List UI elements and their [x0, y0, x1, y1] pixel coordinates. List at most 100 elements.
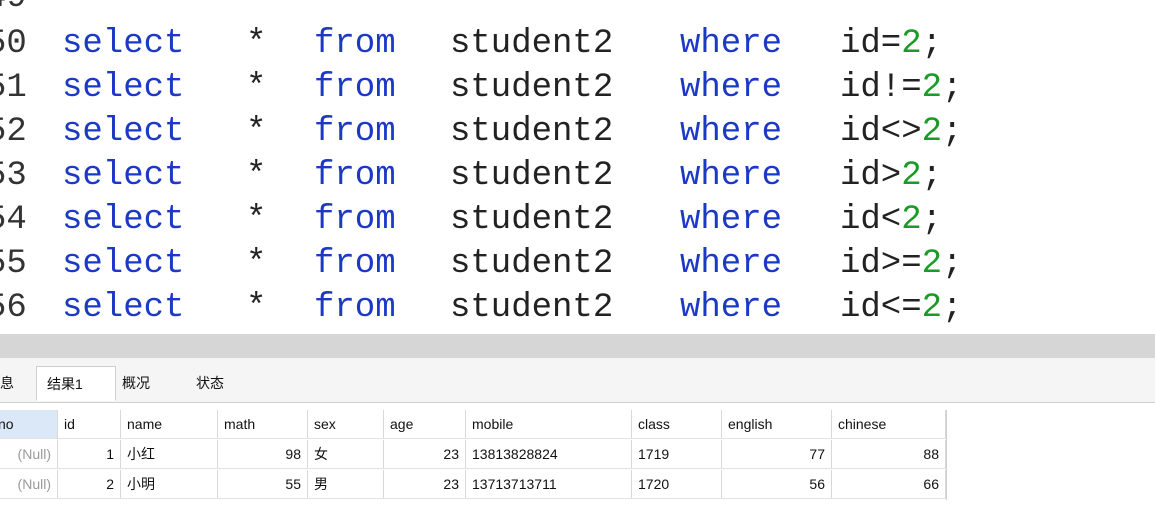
- column-header-name[interactable]: name: [121, 410, 218, 439]
- tab-messages[interactable]: 息: [0, 366, 24, 401]
- line-number: 56: [0, 289, 27, 327]
- where-condition: id<>2;: [840, 110, 962, 154]
- condition-operator: id<=: [840, 289, 922, 327]
- cell-no[interactable]: (Null): [0, 470, 58, 499]
- cell-chinese[interactable]: 66: [832, 470, 946, 499]
- condition-value: 2: [921, 69, 943, 107]
- table-name: student2: [450, 289, 614, 327]
- wildcard-star: *: [246, 69, 267, 107]
- table-name: student2: [450, 25, 614, 63]
- line-number: 52: [0, 113, 27, 151]
- where-condition: id<2;: [840, 198, 942, 242]
- cell-english[interactable]: 77: [722, 440, 832, 469]
- results-tab-bar: 息 结果1 概况 状态: [0, 358, 1155, 403]
- cell-sex[interactable]: 女: [308, 440, 384, 469]
- statement-terminator: ;: [921, 25, 943, 63]
- keyword-from: from: [314, 25, 396, 63]
- cell-chinese[interactable]: 88: [832, 440, 946, 469]
- column-header-mobile[interactable]: mobile: [466, 410, 632, 439]
- cell-english[interactable]: 56: [722, 470, 832, 499]
- condition-value: 2: [901, 157, 922, 195]
- column-header-chinese[interactable]: chinese: [832, 410, 946, 439]
- keyword-select: select: [62, 25, 185, 63]
- keyword-from: from: [314, 113, 396, 151]
- keyword-where: where: [680, 245, 783, 283]
- wildcard-star: *: [246, 201, 267, 239]
- keyword-from: from: [314, 157, 396, 195]
- cell-age[interactable]: 23: [384, 440, 466, 469]
- cell-math[interactable]: 98: [218, 440, 308, 469]
- line-number: 53: [0, 157, 27, 195]
- tab-result1[interactable]: 结果1: [36, 366, 116, 401]
- table-name: student2: [450, 157, 614, 195]
- keyword-select: select: [62, 69, 185, 107]
- statement-terminator: ;: [921, 157, 943, 195]
- keyword-select: select: [62, 113, 185, 151]
- line-number: 54: [0, 201, 27, 239]
- cell-name[interactable]: 小红: [121, 440, 218, 469]
- cell-sex[interactable]: 男: [308, 470, 384, 499]
- statement-terminator: ;: [921, 201, 943, 239]
- cell-mobile[interactable]: 13713713711: [466, 470, 632, 499]
- wildcard-star: *: [246, 157, 267, 195]
- cell-name[interactable]: 小明: [121, 470, 218, 499]
- condition-operator: id<>: [840, 113, 922, 151]
- keyword-select: select: [62, 289, 185, 327]
- cell-no[interactable]: (Null): [0, 440, 58, 469]
- condition-value: 2: [901, 201, 922, 239]
- cell-class[interactable]: 1720: [632, 470, 722, 499]
- column-header-no[interactable]: no: [0, 410, 58, 439]
- condition-value: 2: [921, 113, 943, 151]
- keyword-from: from: [314, 201, 396, 239]
- cell-id[interactable]: 1: [58, 440, 121, 469]
- keyword-where: where: [680, 25, 783, 63]
- table-name: student2: [450, 245, 614, 283]
- cell-math[interactable]: 55: [218, 470, 308, 499]
- keyword-select: select: [62, 157, 185, 195]
- wildcard-star: *: [246, 113, 267, 151]
- cell-mobile[interactable]: 13813828824: [466, 440, 632, 469]
- statement-terminator: ;: [942, 69, 963, 107]
- keyword-where: where: [680, 289, 783, 327]
- table-name: student2: [450, 201, 614, 239]
- panel-splitter[interactable]: [0, 334, 1155, 358]
- statement-terminator: ;: [942, 113, 963, 151]
- condition-value: 2: [901, 25, 922, 63]
- line-number: 49: [0, 0, 27, 20]
- condition-operator: id>: [840, 157, 902, 195]
- line-number: 55: [0, 245, 27, 283]
- column-header-class[interactable]: class: [632, 410, 722, 439]
- keyword-where: where: [680, 201, 783, 239]
- column-header-sex[interactable]: sex: [308, 410, 384, 439]
- condition-operator: id!=: [840, 69, 922, 107]
- column-header-id[interactable]: id: [58, 410, 121, 439]
- keyword-select: select: [62, 245, 185, 283]
- keyword-where: where: [680, 113, 783, 151]
- column-header-age[interactable]: age: [384, 410, 466, 439]
- keyword-where: where: [680, 69, 783, 107]
- line-number: 51: [0, 69, 27, 107]
- statement-terminator: ;: [942, 245, 963, 283]
- tab-profile[interactable]: 概况: [112, 366, 182, 401]
- statement-terminator: ;: [942, 289, 963, 327]
- cell-age[interactable]: 23: [384, 470, 466, 499]
- sql-editor[interactable]: 49 50select*fromstudent2whereid=2;51sele…: [0, 0, 1155, 334]
- tab-status[interactable]: 状态: [186, 366, 256, 401]
- results-panel: 息 结果1 概况 状态 no id name math sex age mobi…: [0, 358, 1155, 519]
- cell-id[interactable]: 2: [58, 470, 121, 499]
- condition-operator: id=: [840, 25, 902, 63]
- wildcard-star: *: [246, 25, 267, 63]
- wildcard-star: *: [246, 289, 267, 327]
- code-line-partial: 49: [0, 0, 82, 20]
- keyword-from: from: [314, 245, 396, 283]
- table-name: student2: [450, 69, 614, 107]
- cell-class[interactable]: 1719: [632, 440, 722, 469]
- column-header-english[interactable]: english: [722, 410, 832, 439]
- where-condition: id=2;: [840, 22, 942, 66]
- keyword-select: select: [62, 201, 185, 239]
- condition-value: 2: [921, 245, 943, 283]
- condition-operator: id<: [840, 201, 902, 239]
- condition-operator: id>=: [840, 245, 922, 283]
- column-header-math[interactable]: math: [218, 410, 308, 439]
- where-condition: id<=2;: [840, 286, 962, 330]
